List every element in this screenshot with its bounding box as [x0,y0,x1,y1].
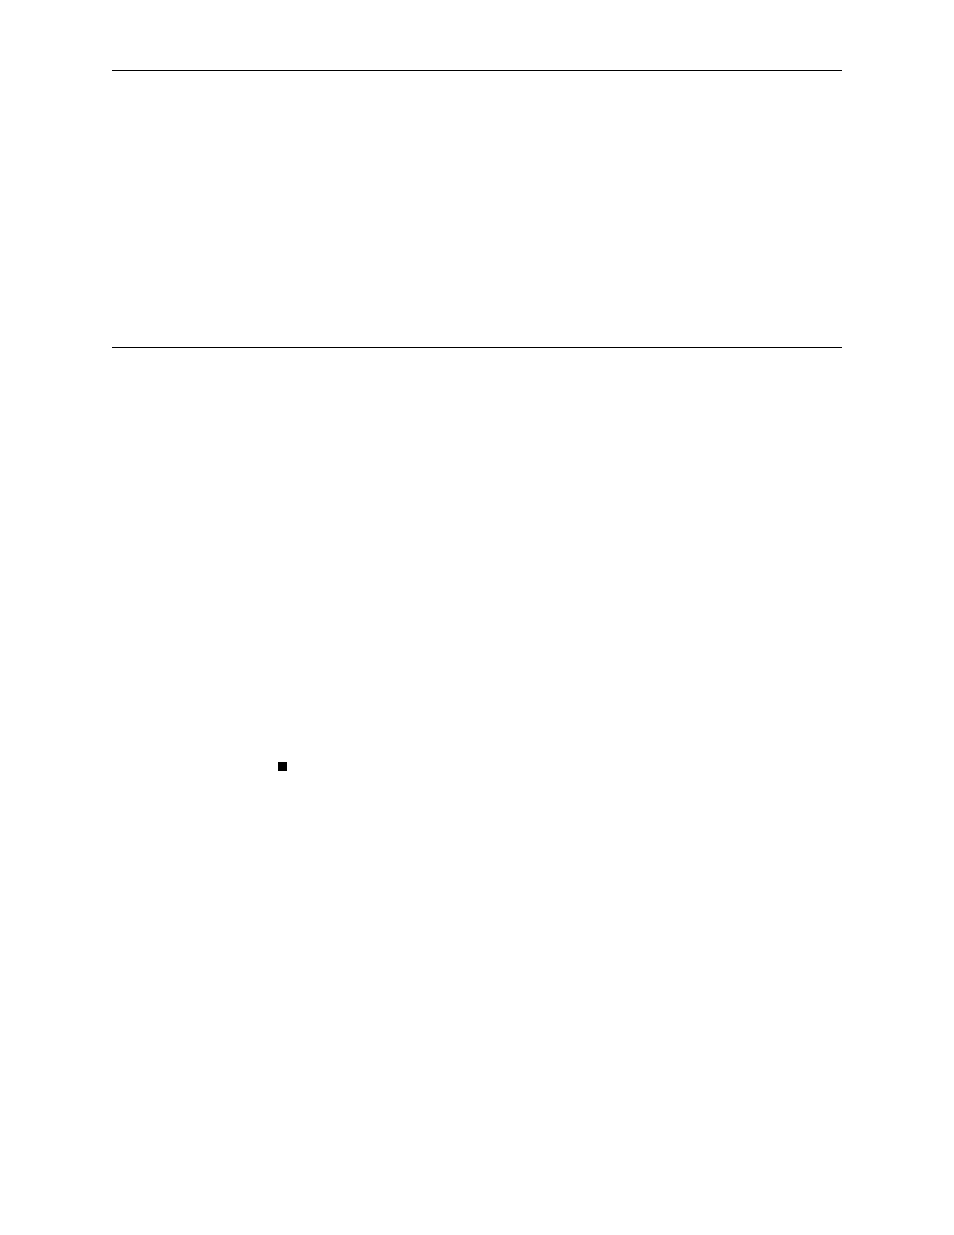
horizontal-rule-top [112,70,842,71]
square-bullet-icon [278,762,287,771]
horizontal-rule-mid [112,347,842,348]
document-page [0,0,954,1235]
